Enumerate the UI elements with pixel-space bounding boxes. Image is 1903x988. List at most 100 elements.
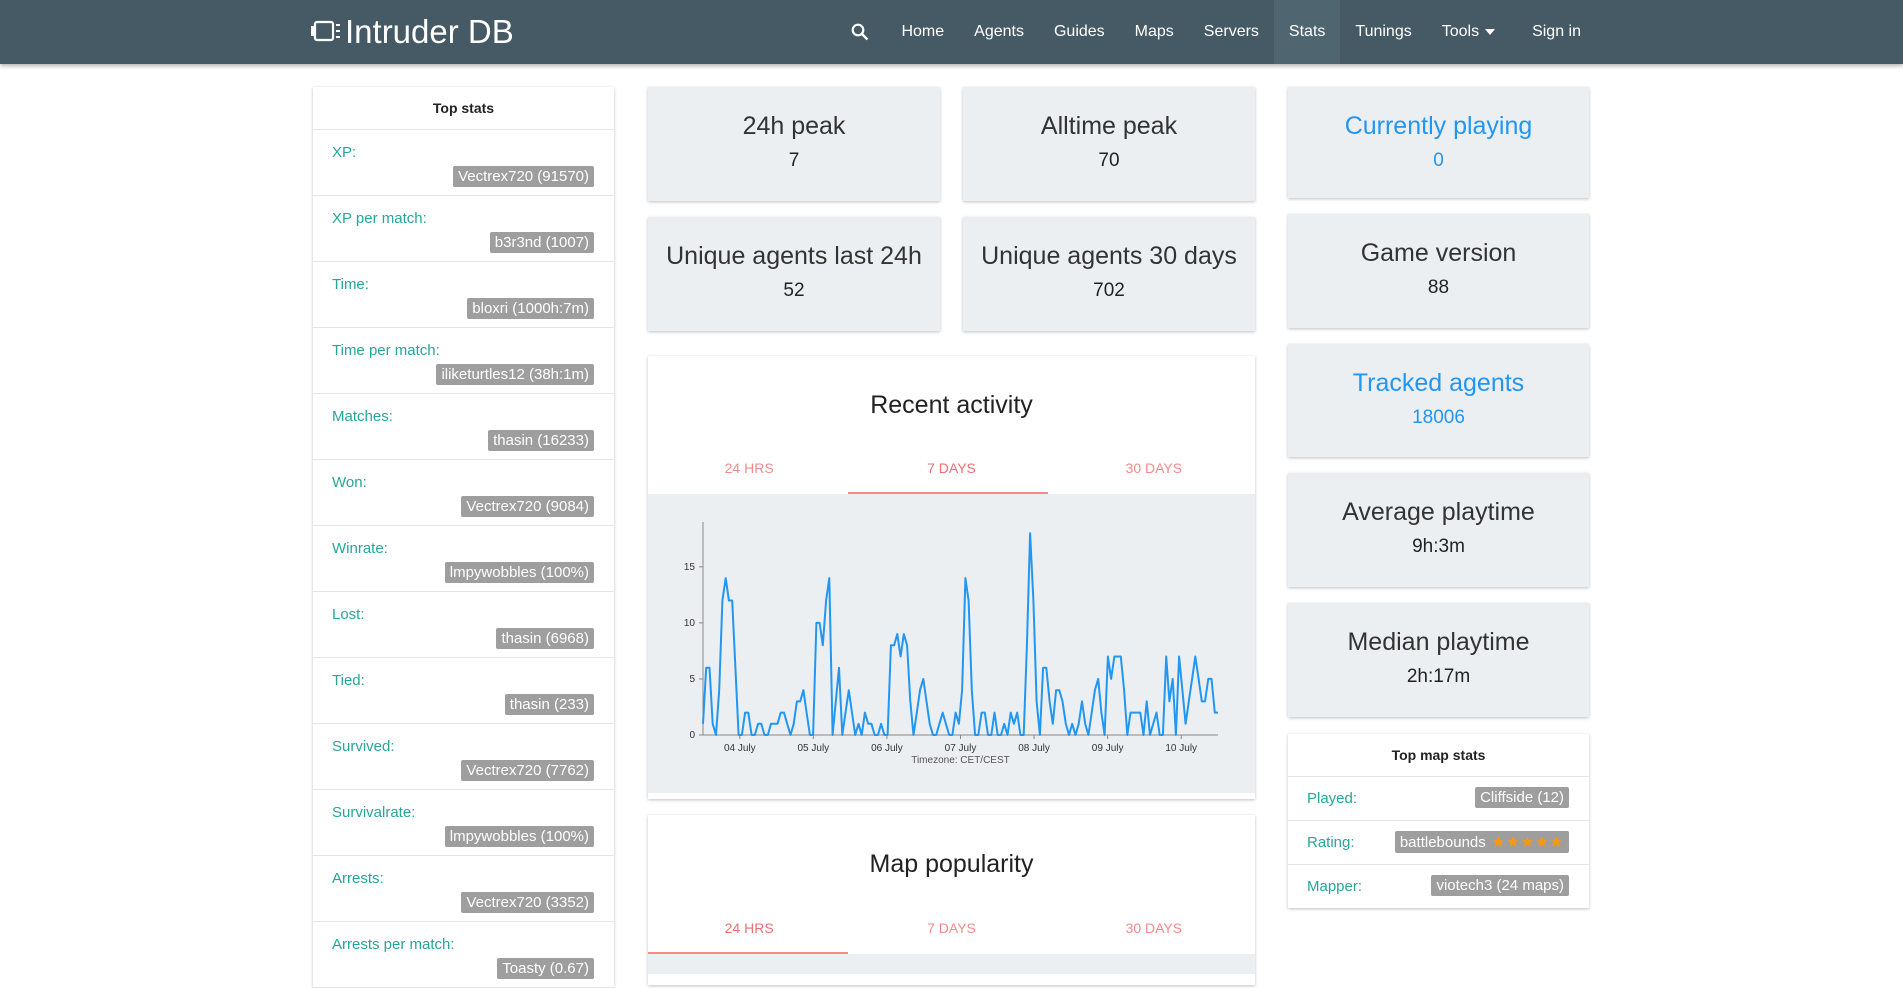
y-tick-label: 5 — [689, 674, 695, 685]
card-unique-24h: Unique agents last 24h 52 — [648, 217, 940, 331]
star-rating-icon: ★★★★★ — [1491, 834, 1564, 851]
card-game-version: Game version 88 — [1288, 214, 1589, 328]
top-stat-badge[interactable]: Vectrex720 (3352) — [461, 892, 594, 913]
top-stat-label: Tied: — [332, 672, 365, 689]
top-stat-label: Lost: — [332, 606, 365, 623]
top-stat-label: Survived: — [332, 738, 395, 755]
search-button[interactable] — [834, 0, 886, 64]
top-stat-badge[interactable]: thasin (6968) — [496, 628, 594, 649]
nav-servers[interactable]: Servers — [1189, 0, 1274, 64]
top-stat-row: XP: Vectrex720 (91570) — [313, 130, 614, 196]
nav-home[interactable]: Home — [886, 0, 959, 64]
card-value: 0 — [1433, 150, 1444, 171]
top-stat-badge[interactable]: Vectrex720 (91570) — [453, 166, 594, 187]
map-stat-badge[interactable]: battlebounds ★★★★★ — [1394, 831, 1569, 853]
tab-24-hrs[interactable]: 24 HRS — [648, 452, 850, 494]
recent-activity-tabs: 24 HRS 7 DAYS 30 DAYS — [648, 452, 1255, 494]
card-value: 9h:3m — [1412, 536, 1465, 557]
map-popularity-title: Map popularity — [869, 850, 1034, 878]
activity-series-line — [702, 532, 1218, 736]
tab-30-days[interactable]: 30 DAYS — [1053, 452, 1255, 494]
timezone-label: Timezone: CET/CEST — [911, 755, 1010, 766]
card-value: 52 — [783, 280, 805, 301]
top-stat-label: Time: — [332, 276, 369, 293]
map-popularity-panel: Map popularity 24 HRS 7 DAYS 30 DAYS — [648, 815, 1255, 985]
map-stat-label: Played: — [1307, 790, 1358, 807]
search-icon — [852, 23, 869, 41]
card-unique-30d: Unique agents 30 days 702 — [963, 217, 1255, 331]
top-map-stats-panel: Top map stats Played: Cliffside (12) Rat… — [1288, 734, 1589, 908]
map-stat-label: Mapper: — [1307, 878, 1363, 895]
nav-guides[interactable]: Guides — [1039, 0, 1120, 64]
top-stat-row: Tied: thasin (233) — [313, 658, 614, 724]
top-stats-panel: Top stats XP: Vectrex720 (91570) XP per ma… — [313, 87, 614, 988]
tab-7-days[interactable]: 7 DAYS — [850, 452, 1052, 494]
map-stat-label: Rating: — [1307, 834, 1355, 851]
tab-24-hrs[interactable]: 24 HRS — [648, 912, 850, 954]
y-tick-label: 15 — [684, 562, 696, 573]
top-stat-badge[interactable]: thasin (16233) — [488, 430, 594, 451]
nav-tools-label: Tools — [1441, 23, 1480, 40]
x-tick-label: 05 July — [798, 743, 830, 754]
tab-indicator — [648, 952, 848, 954]
map-name: battlebounds — [1399, 834, 1486, 851]
nav-sign-in[interactable]: Sign in — [1517, 0, 1596, 64]
top-stat-label: Won: — [332, 474, 367, 491]
card-average-playtime: Average playtime 9h:3m — [1288, 473, 1589, 587]
top-stat-label: Arrests: — [332, 870, 384, 887]
top-stat-badge[interactable]: thasin (233) — [504, 694, 594, 715]
card-currently-playing[interactable]: Currently playing 0 — [1288, 87, 1589, 198]
top-stat-badge[interactable]: Vectrex720 (7762) — [461, 760, 594, 781]
card-alltime-peak: Alltime peak 70 — [963, 87, 1255, 201]
tab-7-days[interactable]: 7 DAYS — [850, 912, 1052, 954]
map-stat-badge[interactable]: Cliffside (12) — [1475, 787, 1569, 808]
top-stat-badge[interactable]: bloxri (1000h:7m) — [467, 298, 594, 319]
top-stat-row: Lost: thasin (6968) — [313, 592, 614, 658]
brand-logo[interactable]: Intruder DB — [311, 10, 514, 54]
map-stat-played: Played: Cliffside (12) — [1288, 777, 1589, 821]
top-stat-badge[interactable]: lmpywobbles (100%) — [444, 826, 594, 847]
map-popularity-tabs: 24 HRS 7 DAYS 30 DAYS — [648, 912, 1255, 954]
card-title: Alltime peak — [1040, 112, 1178, 140]
nav-tools[interactable]: Tools — [1427, 0, 1517, 64]
nav-tunings[interactable]: Tunings — [1340, 0, 1426, 64]
top-stat-label: XP: — [332, 144, 357, 161]
tab-30-days[interactable]: 30 DAYS — [1053, 912, 1255, 954]
top-stat-badge[interactable]: Toasty (0.67) — [497, 958, 594, 979]
card-title: Currently playing — [1344, 112, 1533, 140]
top-stat-row: Survived: Vectrex720 (7762) — [313, 724, 614, 790]
x-tick-label: 07 July — [945, 743, 977, 754]
brand-name: Intruder DB — [345, 13, 514, 50]
card-title: Average playtime — [1342, 498, 1535, 526]
top-stat-row: Winrate: lmpywobbles (100%) — [313, 526, 614, 592]
activity-chart: 0 5 10 15 04 July 05 July 06 July 07 July 08 Jul… — [684, 522, 1218, 766]
nav-maps[interactable]: Maps — [1120, 0, 1189, 64]
recent-activity-panel: Recent activity 24 HRS 7 DAYS 30 DAYS 05… — [648, 356, 1255, 799]
top-stats-list: XP: Vectrex720 (91570) XP per match: b3r3nd… — [313, 130, 614, 988]
nav-agents[interactable]: Agents — [959, 0, 1039, 64]
card-value: 2h:17m — [1406, 666, 1471, 687]
top-stat-label: Time per match: — [332, 342, 440, 359]
card-title: Tracked agents — [1352, 369, 1525, 397]
y-tick-label: 10 — [684, 618, 696, 629]
top-stat-badge[interactable]: b3r3nd (1007) — [489, 232, 594, 253]
top-stat-badge[interactable]: iliketurtles12 (38h:1m) — [436, 364, 594, 385]
nav-stats[interactable]: Stats — [1273, 0, 1341, 64]
map-stat-badge[interactable]: viotech3 (24 maps) — [1431, 875, 1569, 896]
top-stat-label: Survivalrate: — [332, 804, 416, 821]
top-stat-badge[interactable]: Vectrex720 (9084) — [461, 496, 594, 517]
card-title: 24h peak — [742, 112, 846, 140]
top-map-stats-title: Top map stats — [1288, 734, 1589, 777]
card-tracked-agents[interactable]: Tracked agents 18006 — [1288, 344, 1589, 457]
card-title: Game version — [1360, 239, 1517, 267]
map-popularity-chart-area — [648, 954, 1255, 974]
x-tick-label: 08 July — [1018, 743, 1050, 754]
x-tick-label: 09 July — [1092, 743, 1124, 754]
card-title: Unique agents 30 days — [981, 242, 1237, 270]
card-value: 88 — [1427, 277, 1450, 298]
top-stat-row: Won: Vectrex720 (9084) — [313, 460, 614, 526]
card-title: Median playtime — [1347, 628, 1530, 656]
recent-activity-title: Recent activity — [870, 391, 1033, 419]
device-icon — [311, 20, 340, 42]
top-stat-badge[interactable]: lmpywobbles (100%) — [444, 562, 594, 583]
